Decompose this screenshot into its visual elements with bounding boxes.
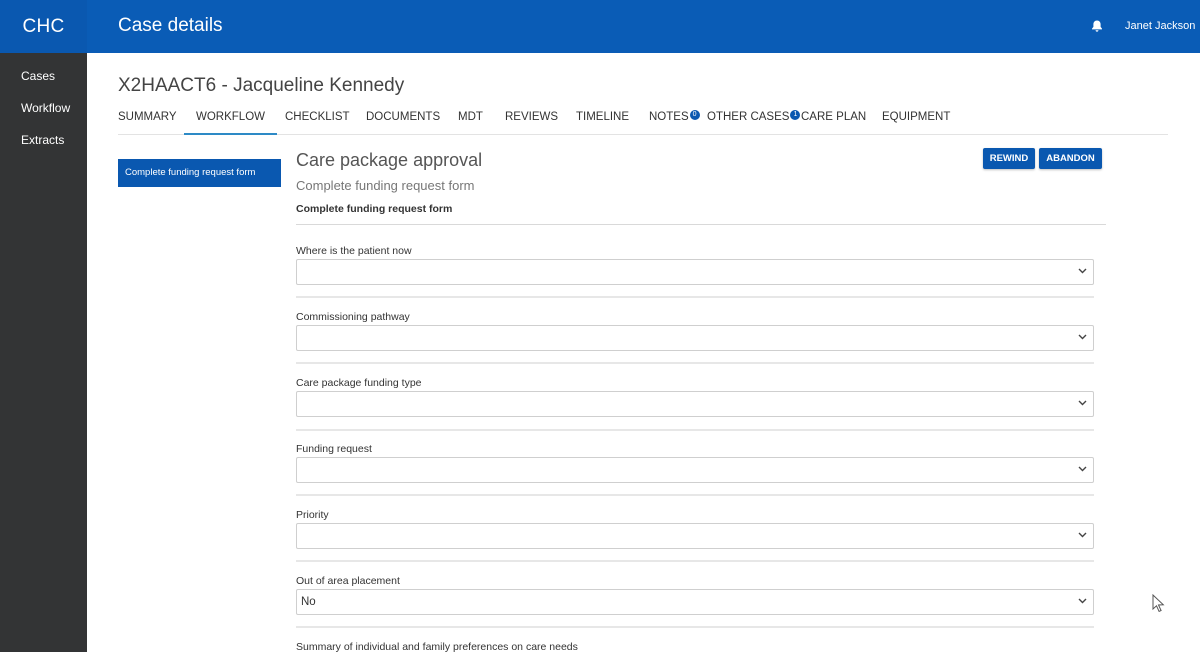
- field-divider: [296, 494, 1094, 496]
- field-label-priority: Priority: [296, 509, 329, 521]
- funding-type-select[interactable]: [296, 391, 1094, 417]
- form-divider: [296, 224, 1106, 225]
- tab-checklist[interactable]: CHECKLIST: [285, 111, 350, 135]
- rewind-button[interactable]: REWIND: [983, 148, 1035, 169]
- tab-documents[interactable]: DOCUMENTS: [366, 111, 440, 135]
- header-bar: Case details Janet Jackson: [87, 0, 1200, 53]
- notes-count-badge: 0: [689, 110, 700, 120]
- workflow-step-item[interactable]: Complete funding request form: [118, 159, 281, 187]
- sidebar-item-cases[interactable]: Cases: [0, 67, 87, 99]
- case-title: X2HAACT6 - Jacqueline Kennedy: [118, 75, 405, 96]
- chevron-down-icon: [1078, 334, 1087, 340]
- tab-label: NOTES: [649, 111, 689, 123]
- sidebar-item-extracts[interactable]: Extracts: [0, 131, 87, 163]
- form-title: Complete funding request form: [296, 203, 453, 215]
- tab-care-plan[interactable]: CARE PLAN: [801, 111, 866, 135]
- tab-reviews[interactable]: REVIEWS: [505, 111, 558, 135]
- chevron-down-icon: [1078, 400, 1087, 406]
- tab-label: DOCUMENTS: [366, 111, 441, 123]
- patient-location-select[interactable]: [296, 259, 1094, 285]
- field-divider: [296, 296, 1094, 298]
- funding-request-select[interactable]: [296, 457, 1094, 483]
- tab-label: CARE PLAN: [801, 111, 867, 123]
- field-divider: [296, 560, 1094, 562]
- field-label-commissioning-pathway: Commissioning pathway: [296, 311, 410, 323]
- tab-other-cases[interactable]: OTHER CASES 1: [707, 110, 801, 135]
- app-brand[interactable]: CHC: [0, 0, 87, 53]
- page-title: Case details: [118, 15, 223, 36]
- tab-timeline[interactable]: TIMELINE: [576, 111, 629, 135]
- tab-label: SUMMARY: [118, 111, 177, 123]
- field-label-funding-type: Care package funding type: [296, 377, 422, 389]
- bell-icon[interactable]: [1090, 19, 1104, 33]
- user-name[interactable]: Janet Jackson: [1125, 20, 1195, 32]
- tab-label: TIMELINE: [576, 111, 630, 123]
- tab-workflow[interactable]: WORKFLOW: [184, 111, 277, 135]
- out-of-area-select[interactable]: No: [296, 589, 1094, 615]
- other-cases-count-badge: 1: [790, 110, 801, 120]
- abandon-button[interactable]: ABANDON: [1039, 148, 1102, 169]
- tab-summary[interactable]: SUMMARY: [118, 111, 177, 135]
- field-label-out-of-area: Out of area placement: [296, 575, 400, 587]
- field-label-funding-request: Funding request: [296, 443, 372, 455]
- sidebar-nav: Cases Workflow Extracts: [0, 53, 87, 163]
- select-value: No: [301, 596, 316, 608]
- tab-mdt[interactable]: MDT: [458, 111, 483, 135]
- field-label-family-preferences: Summary of individual and family prefere…: [296, 641, 578, 652]
- field-divider: [296, 362, 1094, 364]
- field-divider: [296, 626, 1094, 628]
- sidebar: CHC Cases Workflow Extracts: [0, 0, 87, 652]
- sidebar-item-workflow[interactable]: Workflow: [0, 99, 87, 131]
- priority-select[interactable]: [296, 523, 1094, 549]
- commissioning-pathway-select[interactable]: [296, 325, 1094, 351]
- tab-label: WORKFLOW: [196, 111, 265, 123]
- chevron-down-icon: [1078, 598, 1087, 604]
- tab-notes[interactable]: NOTES 0: [649, 110, 700, 135]
- workflow-heading: Care package approval: [296, 150, 483, 170]
- chevron-down-icon: [1078, 268, 1087, 274]
- tab-label: MDT: [458, 111, 483, 123]
- case-tabs: SUMMARY WORKFLOW CHECKLIST DOCUMENTS MDT…: [118, 110, 1168, 135]
- chevron-down-icon: [1078, 532, 1087, 538]
- tab-label: CHECKLIST: [285, 111, 350, 123]
- field-divider: [296, 429, 1094, 431]
- tab-label: REVIEWS: [505, 111, 559, 123]
- tab-label: EQUIPMENT: [882, 111, 951, 123]
- tab-label: OTHER CASES: [707, 111, 790, 123]
- workflow-subheading: Complete funding request form: [296, 178, 475, 193]
- chevron-down-icon: [1078, 466, 1087, 472]
- tab-equipment[interactable]: EQUIPMENT: [882, 111, 950, 135]
- mouse-cursor-icon: [1152, 594, 1165, 612]
- field-label-patient-location: Where is the patient now: [296, 245, 412, 257]
